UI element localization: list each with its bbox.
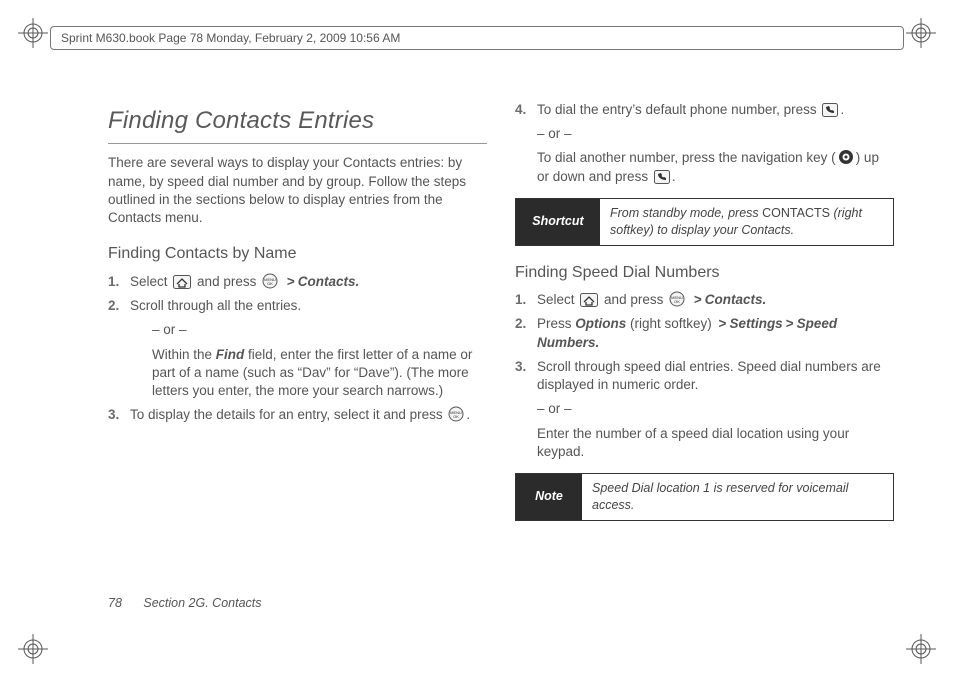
- right-column: To dial the entry’s default phone number…: [515, 95, 894, 592]
- text: To dial the entry’s default phone number…: [537, 102, 820, 117]
- crop-mark-top-left: [18, 18, 48, 48]
- menu-ok-icon: MENUOK: [669, 291, 685, 307]
- text: Select: [537, 292, 578, 307]
- text: .: [672, 169, 676, 184]
- callout-text: Speed Dial location 1 is reserved for vo…: [582, 474, 893, 520]
- text: Press: [537, 316, 575, 331]
- chevron: >: [786, 316, 794, 331]
- text: (: [830, 206, 838, 220]
- text: To display the details for an entry, sel…: [130, 407, 446, 422]
- svg-text:OK: OK: [267, 281, 273, 286]
- step: Select and press MENUOK >Contacts.: [515, 291, 894, 309]
- menu-path: Settings: [729, 316, 782, 331]
- menu-path: Contacts.: [298, 274, 360, 289]
- or-divider: – or –: [537, 400, 894, 418]
- text: Within the: [152, 347, 216, 362]
- svg-text:OK: OK: [674, 299, 680, 304]
- text: and press: [197, 274, 260, 289]
- crop-mark-bottom-right: [906, 634, 936, 664]
- menu-ok-icon: MENUOK: [448, 406, 464, 422]
- shortcut-callout: Shortcut From standby mode, press CONTAC…: [515, 198, 894, 246]
- intro-paragraph: There are several ways to display your C…: [108, 154, 487, 227]
- note-callout: Note Speed Dial location 1 is reserved f…: [515, 473, 894, 521]
- softkey-name: Options: [575, 316, 626, 331]
- menu-ok-icon: MENUOK: [262, 273, 278, 289]
- steps-by-name: Select and press MENUOK >Contacts. Scrol…: [108, 273, 487, 425]
- callout-label: Note: [516, 474, 582, 520]
- header-text: Sprint M630.book Page 78 Monday, Februar…: [61, 30, 400, 46]
- subhead-speed-dial: Finding Speed Dial Numbers: [515, 262, 894, 284]
- text: Enter the number of a speed dial locatio…: [537, 425, 894, 461]
- page: { "header_bar": "Sprint M630.book Page 7…: [0, 0, 954, 682]
- steps-speed-dial: Select and press MENUOK >Contacts. Press…: [515, 291, 894, 461]
- text: From standby mode, press: [610, 206, 762, 220]
- left-column: Finding Contacts Entries There are sever…: [108, 95, 487, 592]
- section-title: Finding Contacts Entries: [108, 105, 487, 144]
- step: Scroll through all the entries. – or – W…: [108, 297, 487, 400]
- crop-mark-bottom-left: [18, 634, 48, 664]
- callout-label: Shortcut: [516, 199, 600, 245]
- text: .: [840, 102, 844, 117]
- menu-path: Contacts.: [705, 292, 767, 307]
- talk-icon: [654, 170, 670, 184]
- text: ) to display your Contacts.: [650, 223, 795, 237]
- softkey-name: CONTACTS: [762, 206, 830, 220]
- text: Scroll through speed dial entries. Speed…: [537, 359, 881, 392]
- step: To display the details for an entry, sel…: [108, 406, 487, 424]
- or-divider: – or –: [537, 125, 894, 143]
- text: .: [466, 407, 470, 422]
- crop-mark-top-right: [906, 18, 936, 48]
- callout-text: From standby mode, press CONTACTS (right…: [600, 199, 893, 245]
- field-name: Find: [216, 347, 245, 362]
- chevron: >: [287, 274, 295, 289]
- step: Press Options (right softkey) >Settings>…: [515, 315, 894, 351]
- section-name: Section 2G. Contacts: [143, 596, 261, 610]
- chevron: >: [719, 316, 727, 331]
- page-number: 78: [108, 596, 122, 610]
- text: To dial another number, press the naviga…: [537, 149, 894, 185]
- step: Scroll through speed dial entries. Speed…: [515, 358, 894, 461]
- nav-key-icon: [838, 149, 854, 165]
- talk-icon: [822, 103, 838, 117]
- content-columns: Finding Contacts Entries There are sever…: [108, 95, 894, 592]
- text: Scroll through all the entries.: [130, 298, 301, 313]
- subhead-by-name: Finding Contacts by Name: [108, 243, 487, 265]
- framemaker-header: Sprint M630.book Page 78 Monday, Februar…: [50, 26, 904, 50]
- step: To dial the entry’s default phone number…: [515, 101, 894, 186]
- or-divider: – or –: [152, 321, 487, 339]
- text: and press: [604, 292, 667, 307]
- text: Within the Find field, enter the first l…: [152, 346, 487, 401]
- home-icon: [580, 293, 598, 307]
- text: Select: [130, 274, 171, 289]
- home-icon: [173, 275, 191, 289]
- step: Select and press MENUOK >Contacts.: [108, 273, 487, 291]
- text: To dial another number, press the naviga…: [537, 150, 836, 165]
- svg-text:OK: OK: [454, 414, 460, 419]
- page-footer: 78 Section 2G. Contacts: [108, 595, 262, 612]
- text: (right softkey): [626, 316, 715, 331]
- chevron: >: [694, 292, 702, 307]
- steps-by-name-cont: To dial the entry’s default phone number…: [515, 101, 894, 186]
